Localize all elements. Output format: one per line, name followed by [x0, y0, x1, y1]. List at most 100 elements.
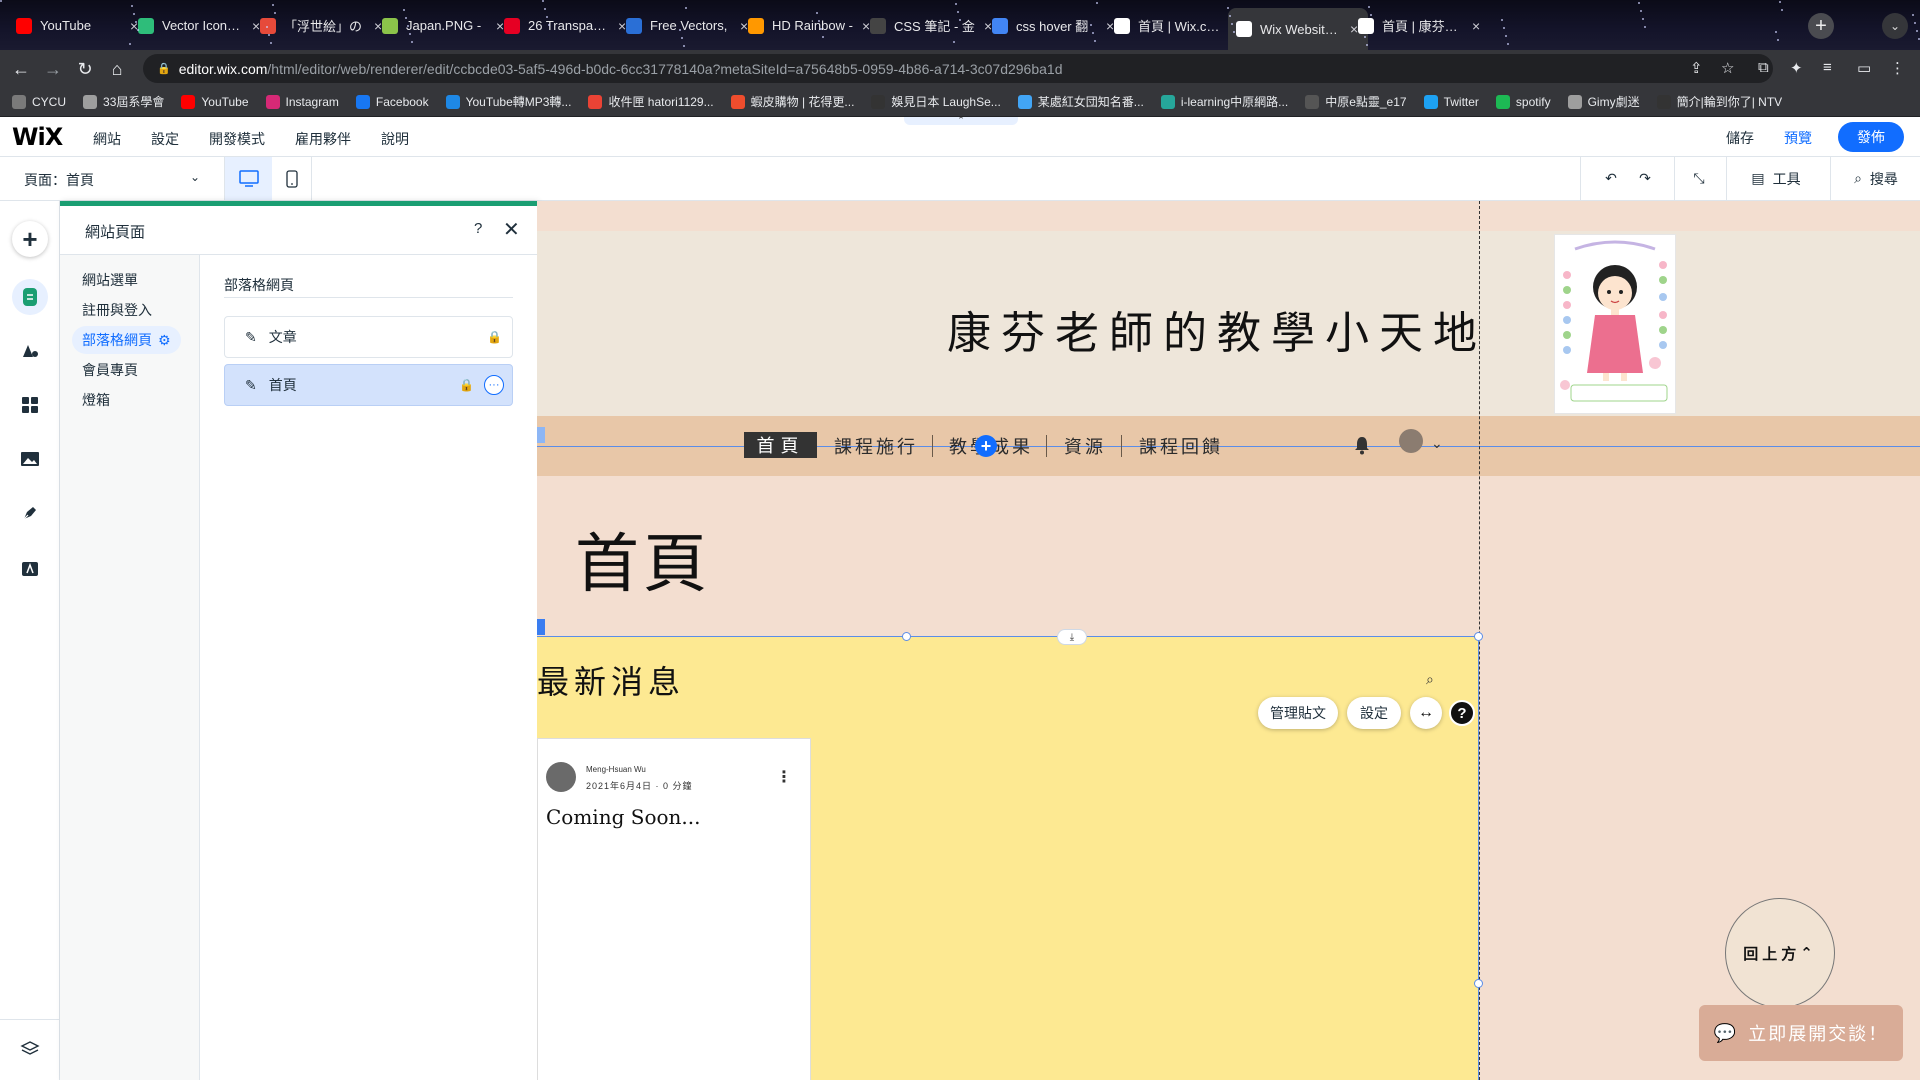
browser-tab[interactable]: Vector Icons ar × [130, 10, 270, 41]
gear-icon[interactable]: ⚙ [158, 332, 171, 349]
add-elements-button[interactable]: + [12, 221, 48, 257]
nav-signup-login[interactable]: 註冊與登入 [72, 296, 162, 324]
preview-button[interactable]: 預覽 [1784, 128, 1812, 148]
bookmark-item[interactable]: YouTube [181, 94, 249, 109]
bookmark-item[interactable]: spotify [1495, 94, 1551, 109]
help-icon[interactable]: ? [474, 220, 482, 237]
pages-button[interactable] [12, 279, 48, 315]
nav-site-menu[interactable]: 網站選單 [72, 266, 148, 294]
bookmark-item[interactable]: Gimy劇迷 [1567, 93, 1640, 110]
author-avatar[interactable] [546, 762, 576, 792]
business-button[interactable] [12, 549, 48, 585]
menu-dots-icon[interactable]: ⋮ [1890, 59, 1905, 77]
settings-button[interactable]: 設定 [1347, 697, 1401, 729]
browser-tab[interactable]: 「浮世絵」の × [252, 10, 392, 41]
stretch-icon[interactable]: ↔ [1410, 697, 1442, 729]
design-button[interactable] [12, 333, 48, 369]
forward-icon[interactable]: → [42, 58, 64, 80]
page-item-post[interactable]: ✎ 文章 🔒 [224, 316, 513, 358]
blog-button[interactable] [12, 495, 48, 531]
page-item-home[interactable]: ✎ 首頁 🔒 ··· [224, 364, 513, 406]
menu-dev-mode[interactable]: 開發模式 [209, 129, 265, 149]
tab-search-button[interactable]: ⌄ [1882, 13, 1908, 39]
nav-blog-pages[interactable]: 部落格網頁 ⚙ [72, 326, 181, 354]
browser-tab[interactable]: HD Rainbow - × [740, 10, 880, 41]
browser-tab[interactable]: Japan.PNG - × [374, 10, 514, 41]
bookmark-item[interactable]: 某處紅女団知名番... [1017, 93, 1144, 110]
site-menu-home[interactable]: 首頁 [744, 432, 817, 458]
browser-tab[interactable]: css hover 翻 × [984, 10, 1124, 41]
site-menu-courses[interactable]: 課程施行 [834, 433, 918, 459]
search-button[interactable]: ⌕ 搜尋 [1840, 157, 1912, 200]
manage-posts-button[interactable]: 管理貼文 [1258, 697, 1338, 729]
browser-tab[interactable]: 26 Transparen × [496, 10, 636, 41]
back-icon[interactable]: ← [10, 58, 32, 80]
desktop-view-button[interactable] [224, 157, 272, 200]
share-icon[interactable]: ⇪ [1690, 59, 1703, 77]
extensions-icon[interactable]: ⧉ [1758, 59, 1769, 76]
bookmark-star-icon[interactable]: ☆ [1721, 59, 1734, 77]
bookmark-item[interactable]: 33屆系學會 [83, 93, 164, 110]
tools-button[interactable]: ▤ 工具 [1740, 157, 1812, 200]
bookmark-item[interactable]: 簡介|輪到你了| NTV [1656, 93, 1782, 110]
browser-tab[interactable]: CSS 筆記 - 金 × [862, 10, 1002, 41]
site-menu-resources[interactable]: 資源 [1064, 433, 1106, 459]
help-icon[interactable]: ? [1449, 700, 1475, 726]
layers-icon[interactable] [20, 1039, 40, 1062]
media-button[interactable] [12, 441, 48, 477]
collapse-topbar-tab[interactable]: ⌃ [904, 116, 1018, 125]
save-button[interactable]: 儲存 [1726, 128, 1754, 148]
more-options-button[interactable]: ··· [484, 375, 504, 395]
bell-icon[interactable] [1353, 435, 1371, 458]
bookmark-item[interactable]: CYCU [12, 94, 66, 109]
playlist-icon[interactable]: ≡ [1823, 59, 1832, 76]
member-avatar[interactable] [1399, 429, 1423, 453]
post-author[interactable]: Meng-Hsuan Wu [586, 765, 646, 774]
mobile-view-button[interactable] [272, 157, 312, 200]
blog-section[interactable]: ⤓ 最新消息 ⌕ 管理貼文 設定 ↔ ? Meng-Hsuan Wu 2021年… [537, 629, 1483, 1080]
undo-icon[interactable]: ↶ [1596, 157, 1626, 200]
nav-lightboxes[interactable]: 燈箱 [72, 386, 120, 414]
nav-member-pages[interactable]: 會員專頁 [72, 356, 148, 384]
chevron-down-icon[interactable]: ⌄ [1431, 435, 1443, 452]
browser-tab[interactable]: Wix Website E × [1228, 8, 1368, 50]
site-logo-image[interactable] [1554, 234, 1676, 414]
back-to-top-button[interactable]: 回上方 ⌃ [1725, 898, 1835, 1008]
browser-tab[interactable]: 首頁 | Wix.com× [1106, 10, 1246, 41]
publish-button[interactable]: 發佈 [1838, 122, 1904, 152]
menu-site[interactable]: 網站 [93, 129, 121, 149]
browser-tab[interactable]: YouTube × [8, 10, 148, 41]
close-icon[interactable]: ✕ [503, 217, 520, 242]
wix-logo[interactable]: WiX [12, 123, 63, 151]
chat-button[interactable]: 💬 立即展開交談！ [1699, 1005, 1903, 1061]
download-handle[interactable]: ⤓ [1057, 629, 1087, 645]
reload-icon[interactable]: ↻ [74, 58, 96, 80]
blog-post-card[interactable]: Meng-Hsuan Wu 2021年6月4日 · 0 分鐘 ⋮ Coming … [537, 738, 811, 1080]
site-title[interactable]: 康芬老師的教學小天地 [947, 297, 1487, 361]
menu-hire-partner[interactable]: 雇用夥伴 [295, 129, 351, 149]
browser-tab[interactable]: Free Vectors, × [618, 10, 758, 41]
bookmark-item[interactable]: Twitter [1423, 94, 1479, 109]
home-icon[interactable]: ⌂ [106, 58, 128, 80]
blog-title[interactable]: 最新消息 [537, 657, 685, 703]
search-icon[interactable]: ⌕ [1426, 671, 1434, 688]
editor-canvas[interactable]: 康芬老師的教學小天地 首頁 課程施行 教學成果 資源 課程回饋 + ⌄ [537, 201, 1920, 1080]
zoom-out-icon[interactable]: ⤡ [1684, 157, 1714, 200]
more-options-icon[interactable]: ⋮ [776, 767, 792, 787]
bookmark-item[interactable]: 中原e點靈_e17 [1305, 93, 1407, 110]
close-tab-icon[interactable]: × [1472, 18, 1482, 34]
sidepanel-icon[interactable]: ▭ [1857, 59, 1871, 77]
site-menu-feedback[interactable]: 課程回饋 [1139, 433, 1223, 459]
page-heading[interactable]: 首頁 [575, 513, 711, 605]
bookmark-item[interactable]: YouTube轉MP3轉... [445, 93, 571, 110]
bookmark-item[interactable]: 蝦皮購物 | 花得更... [730, 93, 854, 110]
bookmark-item[interactable]: i-learning中原網路... [1160, 93, 1288, 110]
bookmark-item[interactable]: 娛見日本 LaughSe... [871, 93, 1001, 110]
address-bar[interactable]: 🔒 editor.wix.com/html/editor/web/rendere… [143, 54, 1773, 83]
apps-button[interactable] [12, 387, 48, 423]
redo-icon[interactable]: ↷ [1630, 157, 1660, 200]
resize-handle[interactable] [1474, 979, 1483, 988]
menu-help[interactable]: 說明 [381, 129, 409, 149]
post-title[interactable]: Coming Soon... [546, 805, 700, 829]
menu-settings[interactable]: 設定 [151, 129, 179, 149]
